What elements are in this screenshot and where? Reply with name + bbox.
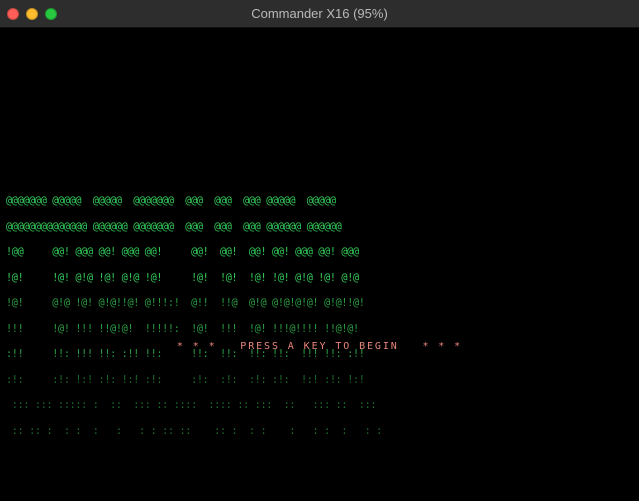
emulator-screen[interactable]: @@@@@@@ @@@@@ @@@@@ @@@@@@@ @@@ @@@ @@@ …	[0, 28, 639, 501]
logo-row: @@@@@@@@@@@@@@ @@@@@@ @@@@@@@ @@@ @@@ @@…	[6, 221, 342, 233]
press-key-prompt: * * * PRESS A KEY TO BEGIN * * *	[176, 341, 463, 352]
logo-row: @@@@@@@ @@@@@ @@@@@ @@@@@@@ @@@ @@@ @@@ …	[6, 196, 336, 207]
logo-row: :: :: : : : : : : : :: :: :: : : : : : :…	[6, 425, 382, 437]
emulator-window: Commander X16 (95%) @@@@@@@ @@@@@ @@@@@ …	[0, 0, 639, 501]
logo-row: ::: ::: ::::: : :: ::: :: :::: :::: :: :…	[6, 400, 377, 411]
logo-row: :!: :!: !:! :!: !:! :!: :!: :!: :!: :!: …	[6, 374, 365, 386]
logo-row: !@! !@! @!@ !@! @!@ !@! !@! !@! !@! !@! …	[6, 272, 359, 284]
logo-row: !!! !@! !!! !!@!@! !!!!!: !@! !!! !@! !!…	[6, 323, 359, 335]
core-war-logo: @@@@@@@ @@@@@ @@@@@ @@@@@@@ @@@ @@@ @@@ …	[6, 181, 382, 453]
logo-row: !@! @!@ !@! @!@!!@! @!!!:! @!! !!@ @!@ @…	[6, 298, 365, 309]
logo-row: !@@ @@! @@@ @@! @@@ @@! @@! @@! @@! @@! …	[6, 247, 359, 258]
title-bar[interactable]: Commander X16 (95%)	[0, 0, 639, 28]
window-title: Commander X16 (95%)	[251, 6, 388, 21]
logo-row: :!! !!: !!! !!: :!! !!: !!: !!: !!: !!: …	[6, 349, 365, 360]
